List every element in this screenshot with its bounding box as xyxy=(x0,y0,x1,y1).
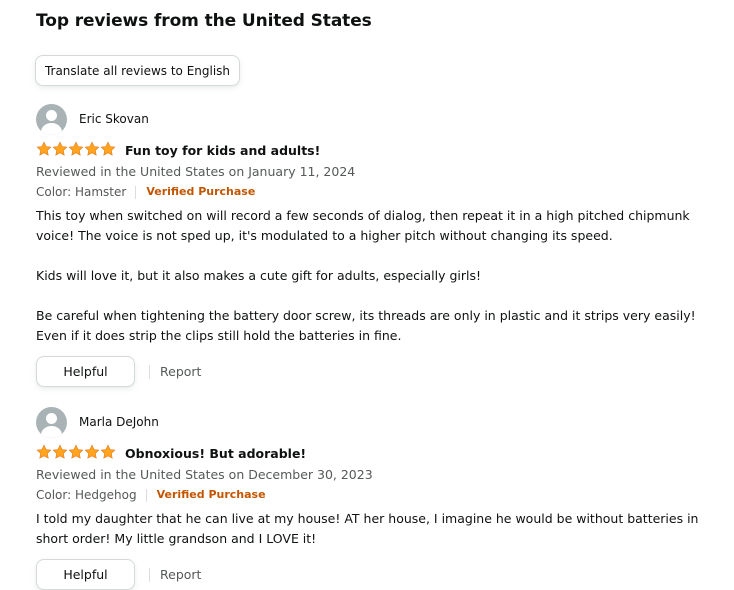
review-paragraph: Be careful when tightening the battery d… xyxy=(36,308,696,343)
section-heading: Top reviews from the United States xyxy=(36,11,372,31)
divider xyxy=(145,488,147,502)
star-icon xyxy=(68,141,84,156)
divider xyxy=(149,567,150,582)
review-body: I told my daughter that he can live at m… xyxy=(36,509,716,549)
star-rating[interactable] xyxy=(36,444,116,462)
divider xyxy=(135,185,137,199)
reviewer-profile[interactable]: Eric Skovan xyxy=(36,103,716,135)
star-icon xyxy=(100,141,116,156)
star-icon xyxy=(52,444,68,459)
star-icon xyxy=(84,444,100,459)
report-link[interactable]: Report xyxy=(160,567,201,582)
translate-reviews-button[interactable]: Translate all reviews to English xyxy=(35,55,240,86)
reviewer-name: Marla DeJohn xyxy=(79,415,159,429)
review-paragraph: Kids will love it, but it also makes a c… xyxy=(36,268,482,283)
star-icon xyxy=(52,141,68,156)
avatar xyxy=(36,103,67,135)
product-variant: Color: Hamster xyxy=(36,185,127,199)
star-rating[interactable] xyxy=(36,141,116,159)
reviewer-name: Eric Skovan xyxy=(79,112,149,126)
review-paragraph: I told my daughter that he can live at m… xyxy=(36,511,699,546)
reviews-section: Top reviews from the United States Trans… xyxy=(0,0,734,590)
review-title[interactable]: Fun toy for kids and adults! xyxy=(125,143,320,158)
verified-purchase-badge: Verified Purchase xyxy=(146,185,256,198)
review-title[interactable]: Obnoxious! But adorable! xyxy=(125,446,306,461)
star-icon xyxy=(36,141,52,156)
review-card: Eric Skovan Fun toy for kids and adults!… xyxy=(36,103,716,387)
star-icon xyxy=(100,444,116,459)
helpful-button[interactable]: Helpful xyxy=(36,559,135,590)
star-icon xyxy=(84,141,100,156)
reviewer-profile[interactable]: Marla DeJohn xyxy=(36,406,716,438)
report-link[interactable]: Report xyxy=(160,364,201,379)
review-paragraph: This toy when switched on will record a … xyxy=(36,208,690,243)
verified-purchase-badge: Verified Purchase xyxy=(156,488,266,501)
review-date: Reviewed in the United States on January… xyxy=(36,164,356,179)
review-card: Marla DeJohn Obnoxious! But adorable! Re… xyxy=(36,406,716,590)
star-icon xyxy=(68,444,84,459)
product-variant: Color: Hedgehog xyxy=(36,488,137,502)
star-icon xyxy=(36,444,52,459)
review-body: This toy when switched on will record a … xyxy=(36,206,716,346)
divider xyxy=(149,364,150,379)
helpful-button[interactable]: Helpful xyxy=(36,356,135,387)
avatar xyxy=(36,406,67,438)
review-date: Reviewed in the United States on Decembe… xyxy=(36,467,373,482)
